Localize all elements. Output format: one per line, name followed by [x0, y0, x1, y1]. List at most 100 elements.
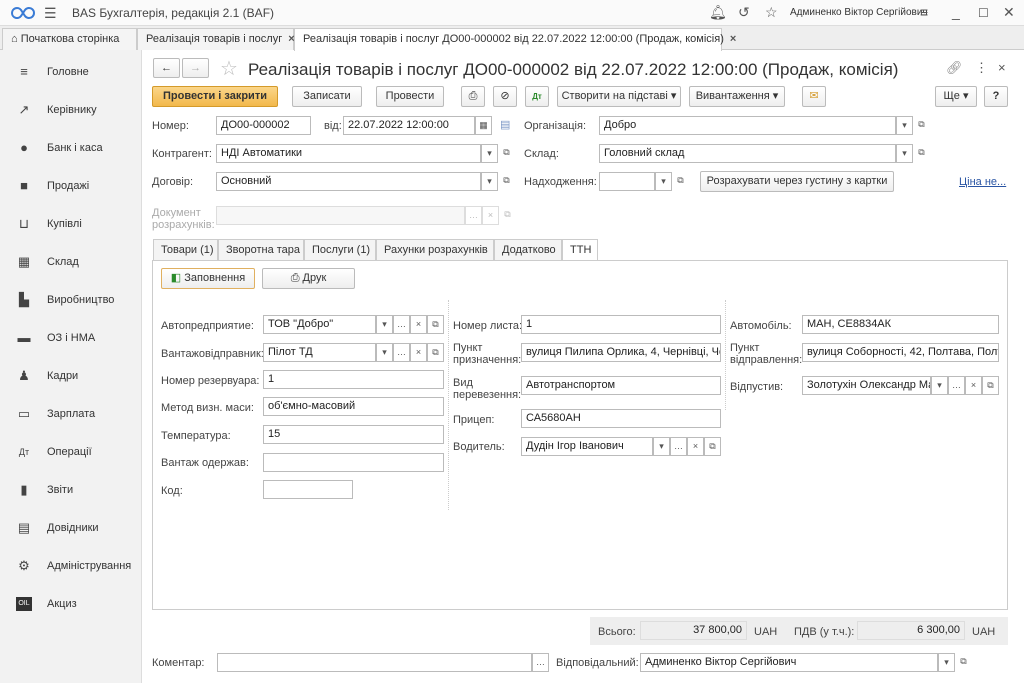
- method-field[interactable]: об'ємно-масовий: [263, 397, 444, 416]
- clear-icon[interactable]: ×: [687, 437, 704, 456]
- tab-returnable-packaging[interactable]: Зворотна тара: [218, 239, 304, 261]
- receipt-field[interactable]: [599, 172, 655, 191]
- email-icon[interactable]: ✉: [802, 86, 826, 107]
- sidebar-item-catalogs[interactable]: ▤ Довідники: [0, 509, 142, 547]
- more-button[interactable]: Ще ▾: [935, 86, 977, 107]
- counterparty-field[interactable]: НДІ Автоматики: [216, 144, 481, 163]
- minimize-icon[interactable]: _: [952, 4, 960, 20]
- sidebar-item-hr[interactable]: ♟ Кадри: [0, 357, 142, 395]
- open-icon[interactable]: ⧉: [672, 172, 689, 191]
- dropdown-icon[interactable]: ▾: [376, 315, 393, 334]
- sidebar-item-purchases[interactable]: ⊔ Купівлі: [0, 205, 142, 243]
- sidebar-item-manager[interactable]: ↗ Керівнику: [0, 91, 142, 129]
- post-and-close-button[interactable]: Провести і закрити: [152, 86, 278, 107]
- select-icon[interactable]: …: [670, 437, 687, 456]
- help-button[interactable]: ?: [984, 86, 1008, 107]
- sidebar-item-production[interactable]: ▙ Виробництво: [0, 281, 142, 319]
- clear-icon[interactable]: ×: [965, 376, 982, 395]
- organization-field[interactable]: Добро: [599, 116, 896, 135]
- open-icon[interactable]: ⧉: [427, 315, 444, 334]
- print-doc-icon[interactable]: ⎙: [461, 86, 485, 107]
- clear-icon[interactable]: ×: [410, 315, 427, 334]
- select-icon[interactable]: …: [532, 653, 549, 672]
- dropdown-icon[interactable]: ▾: [653, 437, 670, 456]
- dropdown-icon[interactable]: ▾: [938, 653, 955, 672]
- open-icon[interactable]: ⧉: [913, 144, 930, 163]
- fill-button[interactable]: ◧ Заповнення: [161, 268, 255, 289]
- dropdown-icon[interactable]: ▾: [896, 116, 913, 135]
- settings-menu-icon[interactable]: ≡: [920, 4, 928, 20]
- sidebar-item-excise[interactable]: OIL Акциз: [0, 585, 142, 623]
- select-icon[interactable]: …: [948, 376, 965, 395]
- link-icon[interactable]: 🔗︎: [946, 60, 963, 76]
- attach-file-icon[interactable]: ⊘: [493, 86, 517, 107]
- back-button[interactable]: ←: [153, 58, 180, 78]
- destination-field[interactable]: вулиця Пилипа Орлика, 4, Чернівці, Чер: [521, 343, 721, 362]
- close-window-icon[interactable]: ✕: [1003, 4, 1015, 21]
- favorite-star-icon[interactable]: ☆: [220, 56, 238, 81]
- sidebar-item-bank[interactable]: ● Банк і каса: [0, 129, 142, 167]
- history-icon[interactable]: ↺: [738, 4, 750, 21]
- sidebar-item-admin[interactable]: ⚙ Адміністрування: [0, 547, 142, 585]
- star-icon[interactable]: ☆: [765, 4, 778, 21]
- date-field[interactable]: 22.07.2022 12:00:00: [343, 116, 475, 135]
- open-icon[interactable]: ⧉: [498, 172, 515, 191]
- open-icon[interactable]: ⧉: [498, 144, 515, 163]
- forward-button[interactable]: →: [182, 58, 209, 78]
- select-icon[interactable]: …: [393, 315, 410, 334]
- temperature-field[interactable]: 15: [263, 425, 444, 444]
- transport-field[interactable]: Автотранспортом: [521, 376, 721, 395]
- clear-icon[interactable]: ×: [410, 343, 427, 362]
- driver-field[interactable]: Дудін Ігор Іванович: [521, 437, 653, 456]
- tab-ttn[interactable]: ТТН: [562, 239, 598, 262]
- open-icon[interactable]: ⧉: [913, 116, 930, 135]
- dropdown-icon[interactable]: ▾: [931, 376, 948, 395]
- calc-density-button[interactable]: Розрахувати через густину з картки: [700, 171, 894, 192]
- warehouse-field[interactable]: Головний склад: [599, 144, 896, 163]
- open-icon[interactable]: ⧉: [982, 376, 999, 395]
- dropdown-icon[interactable]: ▾: [481, 172, 498, 191]
- current-user[interactable]: Админенко Віктор Сергійович: [790, 7, 928, 18]
- tab-additional[interactable]: Додатково: [494, 239, 562, 261]
- dt-kt-postings-icon[interactable]: Дт: [525, 86, 549, 107]
- save-button[interactable]: Записати: [292, 86, 362, 107]
- post-button[interactable]: Провести: [376, 86, 444, 107]
- trailer-field[interactable]: СА5680АН: [521, 409, 721, 428]
- maximize-icon[interactable]: ☐: [978, 6, 989, 20]
- origin-field[interactable]: вулиця Соборності, 42, Полтава, Полтав: [802, 343, 999, 362]
- sidebar-item-warehouse[interactable]: ▦ Склад: [0, 243, 142, 281]
- unload-button[interactable]: Вивантаження ▾: [689, 86, 785, 107]
- calendar-icon[interactable]: ▦: [475, 116, 492, 135]
- tab-services[interactable]: Послуги (1): [304, 239, 376, 261]
- tab-goods[interactable]: Товари (1): [153, 239, 218, 261]
- tab-sales-document[interactable]: Реалізація товарів і послуг ДО00-000002 …: [294, 28, 736, 51]
- sheet-field[interactable]: 1: [521, 315, 721, 334]
- received-field[interactable]: [263, 453, 444, 472]
- open-icon[interactable]: ⧉: [955, 653, 972, 672]
- create-based-on-button[interactable]: Створити на підставі ▾: [557, 86, 681, 107]
- tab-settlement-accounts[interactable]: Рахунки розрахунків: [376, 239, 494, 261]
- print-button[interactable]: ⎙ Друк: [262, 268, 355, 289]
- document-note-icon[interactable]: ▤: [500, 118, 510, 131]
- carrier-field[interactable]: ТОВ "Добро": [263, 315, 376, 334]
- select-icon[interactable]: …: [393, 343, 410, 362]
- number-field[interactable]: ДО00-000002: [216, 116, 311, 135]
- bell-icon[interactable]: 🔔︎: [709, 4, 727, 21]
- sidebar-item-sales[interactable]: ■ Продажі: [0, 167, 142, 205]
- tank-field[interactable]: 1: [263, 370, 444, 389]
- dropdown-icon[interactable]: ▾: [481, 144, 498, 163]
- dropdown-icon[interactable]: ▾: [896, 144, 913, 163]
- tab-sales-list[interactable]: Реалізація товарів і послуг ×: [137, 28, 295, 50]
- shipper-field[interactable]: Пілот ТД: [263, 343, 376, 362]
- contract-field[interactable]: Основний: [216, 172, 481, 191]
- sidebar-item-operations[interactable]: Дт Операції: [0, 433, 142, 471]
- open-icon[interactable]: ⧉: [427, 343, 444, 362]
- tab-home[interactable]: ⌂ Початкова сторінка: [2, 28, 137, 50]
- main-menu-icon[interactable]: ☰: [44, 5, 57, 22]
- responsible-field[interactable]: Админенко Віктор Сергійович: [640, 653, 938, 672]
- close-form-icon[interactable]: ×: [998, 60, 1006, 75]
- sidebar-item-main[interactable]: ≡ Головне: [0, 53, 142, 91]
- sidebar-item-fixed-assets[interactable]: ▬ ОЗ і НМА: [0, 319, 142, 357]
- car-field[interactable]: МАН, СЕ8834АК: [802, 315, 999, 334]
- price-link[interactable]: Ціна не...: [959, 176, 1006, 188]
